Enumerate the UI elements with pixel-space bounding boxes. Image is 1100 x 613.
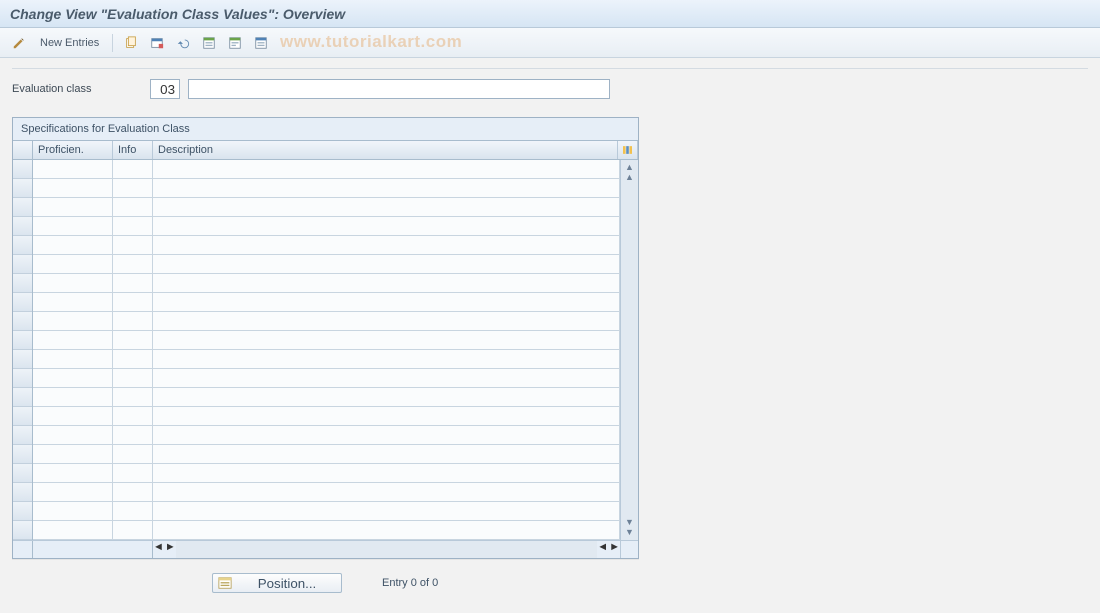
table-row[interactable] — [33, 521, 620, 540]
row-selector[interactable] — [13, 407, 32, 426]
table-row[interactable] — [33, 483, 620, 502]
table-row[interactable] — [33, 369, 620, 388]
row-selector[interactable] — [13, 255, 32, 274]
configure-columns-button[interactable] — [618, 141, 638, 159]
hscroll-corner — [620, 541, 638, 558]
evaluation-class-code-input[interactable] — [150, 79, 180, 99]
row-selector[interactable] — [13, 160, 32, 179]
undo-change-button[interactable] — [172, 33, 194, 53]
deselect-all-button[interactable] — [250, 33, 272, 53]
watermark-text: www.tutorialkart.com — [280, 32, 462, 52]
selector-header — [13, 140, 32, 160]
table-row[interactable] — [33, 312, 620, 331]
toolbar: New Entries www.tutorialkart.com — [0, 28, 1100, 58]
row-selector[interactable] — [13, 426, 32, 445]
row-selector[interactable] — [13, 236, 32, 255]
toolbar-separator — [112, 34, 113, 52]
table-row[interactable] — [33, 464, 620, 483]
delete-button[interactable] — [146, 33, 168, 53]
row-selector[interactable] — [13, 293, 32, 312]
col-header-info[interactable]: Info — [113, 141, 153, 159]
table-row[interactable] — [33, 445, 620, 464]
scroll-left-icon[interactable]: ◄ — [153, 541, 164, 558]
table-row[interactable] — [33, 217, 620, 236]
select-all-button[interactable] — [198, 33, 220, 53]
table-row[interactable] — [33, 350, 620, 369]
table-row[interactable] — [33, 274, 620, 293]
scroll-left-icon[interactable]: ◄ — [597, 541, 608, 558]
grid-main: Proficien. Info Description — [33, 140, 638, 540]
scroll-up-icon[interactable]: ▲ — [625, 163, 634, 172]
evaluation-class-desc-input[interactable] — [188, 79, 610, 99]
scroll-right-icon[interactable]: ► — [609, 541, 620, 558]
row-selector[interactable] — [13, 179, 32, 198]
row-selector[interactable] — [13, 369, 32, 388]
table-row[interactable] — [33, 179, 620, 198]
row-selector[interactable] — [13, 464, 32, 483]
row-selector[interactable] — [13, 388, 32, 407]
grid-body: ▲ ▲ ▼ ▼ — [33, 160, 638, 540]
row-selector[interactable] — [13, 445, 32, 464]
grid: Proficien. Info Description — [13, 140, 638, 540]
table-row[interactable] — [33, 293, 620, 312]
hscroll-fixed-area — [33, 541, 153, 558]
table-row[interactable] — [33, 407, 620, 426]
content-area: Evaluation class Specifications for Eval… — [0, 58, 1100, 603]
col-header-proficiency[interactable]: Proficien. — [33, 141, 113, 159]
new-entries-button[interactable]: New Entries — [34, 37, 105, 49]
row-selector-column — [13, 140, 33, 540]
row-selector[interactable] — [13, 502, 32, 521]
specifications-panel: Specifications for Evaluation Class — [12, 117, 639, 559]
table-row[interactable] — [33, 236, 620, 255]
horizontal-scrollbar[interactable]: ◄ ► ◄ ► — [13, 540, 638, 558]
vertical-scrollbar[interactable]: ▲ ▲ ▼ ▼ — [620, 160, 638, 540]
row-selector[interactable] — [13, 483, 32, 502]
scroll-right-icon[interactable]: ► — [165, 541, 176, 558]
position-icon — [218, 576, 232, 590]
table-row[interactable] — [33, 426, 620, 445]
grid-rows — [33, 160, 620, 540]
table-row[interactable] — [33, 198, 620, 217]
panel-title: Specifications for Evaluation Class — [13, 118, 638, 140]
copy-as-button[interactable] — [120, 33, 142, 53]
row-selector[interactable] — [13, 274, 32, 293]
evaluation-class-row: Evaluation class — [12, 79, 1088, 99]
position-button[interactable]: Position... — [212, 573, 342, 593]
page-title: Change View "Evaluation Class Values": O… — [10, 6, 345, 22]
row-selector[interactable] — [13, 521, 32, 540]
row-selector[interactable] — [13, 217, 32, 236]
title-bar: Change View "Evaluation Class Values": O… — [0, 0, 1100, 28]
entry-count-text: Entry 0 of 0 — [382, 577, 438, 589]
hscroll-track[interactable] — [176, 541, 597, 558]
table-row[interactable] — [33, 388, 620, 407]
footer-row: Position... Entry 0 of 0 — [12, 573, 1088, 593]
scroll-down-icon[interactable]: ▼ — [625, 528, 634, 537]
table-row[interactable] — [33, 255, 620, 274]
toggle-change-display-button[interactable] — [8, 33, 30, 53]
row-selector[interactable] — [13, 198, 32, 217]
row-selector[interactable] — [13, 350, 32, 369]
scroll-down-icon[interactable]: ▼ — [625, 518, 634, 527]
evaluation-class-label: Evaluation class — [12, 83, 142, 95]
col-header-description[interactable]: Description — [153, 141, 618, 159]
hscroll-spacer — [13, 541, 33, 558]
divider — [12, 68, 1088, 69]
select-block-button[interactable] — [224, 33, 246, 53]
table-row[interactable] — [33, 331, 620, 350]
scroll-up-icon[interactable]: ▲ — [625, 173, 634, 182]
table-row[interactable] — [33, 160, 620, 179]
table-row[interactable] — [33, 502, 620, 521]
position-label: Position... — [238, 576, 336, 591]
grid-header: Proficien. Info Description — [33, 140, 638, 160]
row-selector[interactable] — [13, 331, 32, 350]
row-selector[interactable] — [13, 312, 32, 331]
